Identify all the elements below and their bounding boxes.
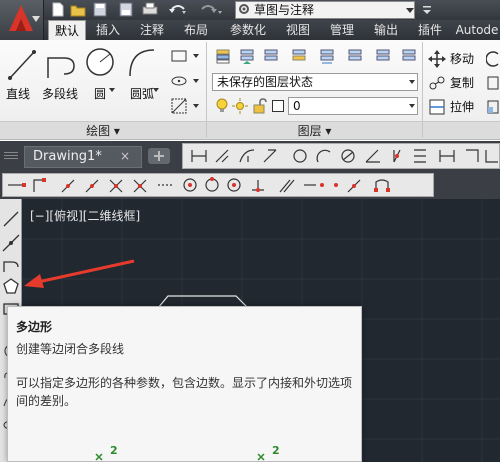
hatch-icon[interactable] bbox=[170, 97, 188, 115]
chevron-down-icon bbox=[409, 104, 415, 108]
chevron-down-icon bbox=[409, 80, 415, 84]
layer-off-icon[interactable] bbox=[346, 47, 364, 65]
layer-state-select[interactable]: 未保存的图层状态 bbox=[212, 73, 418, 91]
current-layer-select[interactable]: 0 bbox=[288, 97, 418, 115]
tab-view[interactable]: 视图 bbox=[278, 20, 318, 40]
polyline-tool-label[interactable]: 多段线 bbox=[42, 85, 78, 102]
circle-icon[interactable] bbox=[84, 44, 116, 80]
layers-panel-title[interactable]: 图层 ▾ bbox=[207, 121, 422, 139]
layer-color-swatch[interactable] bbox=[272, 100, 284, 112]
save-as-icon[interactable] bbox=[118, 2, 134, 17]
layer-freeze-icon[interactable] bbox=[318, 47, 336, 65]
polygon-icon[interactable] bbox=[2, 277, 20, 295]
tab-home[interactable]: 默认 bbox=[48, 20, 86, 40]
circle-tool-label[interactable]: 圆 bbox=[94, 85, 106, 102]
annotation-arrow bbox=[24, 259, 135, 288]
workspace-select[interactable]: 草图与注释 bbox=[235, 1, 415, 19]
save-icon[interactable] bbox=[92, 2, 108, 17]
arc-icon[interactable] bbox=[124, 44, 160, 80]
tab-parametric[interactable]: 参数化 bbox=[222, 20, 274, 40]
dimension-toolbar-icons[interactable] bbox=[188, 146, 500, 166]
redo-icon[interactable] bbox=[198, 2, 224, 17]
tab-output[interactable]: 输出 bbox=[366, 20, 406, 40]
scale-icon[interactable] bbox=[486, 98, 500, 116]
layer-isolate-icon[interactable] bbox=[290, 47, 308, 65]
modify-panel-title bbox=[423, 121, 500, 139]
stretch-label[interactable]: 拉伸 bbox=[450, 98, 474, 115]
layer-lock-icon[interactable] bbox=[374, 47, 392, 65]
workspace-gear-icon bbox=[239, 4, 249, 14]
move-icon[interactable] bbox=[428, 50, 446, 68]
unlock-icon[interactable] bbox=[252, 98, 268, 114]
layer-properties-icon[interactable] bbox=[214, 47, 232, 65]
line-icon[interactable] bbox=[2, 210, 20, 228]
chevron-down-icon[interactable] bbox=[192, 52, 200, 60]
file-tab-label: Drawing1* bbox=[33, 149, 102, 164]
tooltip-title: 多边形 bbox=[16, 320, 53, 334]
chevron-down-icon bbox=[32, 16, 40, 22]
chevron-down-icon[interactable] bbox=[192, 102, 200, 110]
chevron-down-icon[interactable] bbox=[404, 1, 416, 19]
layer-walk-icon[interactable] bbox=[400, 47, 418, 65]
draw-panel-title-text: 绘图 bbox=[86, 124, 111, 138]
line-icon[interactable] bbox=[6, 46, 38, 82]
chevron-down-icon[interactable] bbox=[152, 86, 160, 94]
autocad-logo-icon bbox=[9, 5, 33, 31]
chevron-down-icon[interactable] bbox=[192, 77, 200, 85]
copy-label[interactable]: 复制 bbox=[450, 74, 474, 91]
new-icon[interactable] bbox=[50, 2, 66, 17]
customize-toolbar-icon[interactable] bbox=[420, 2, 434, 18]
stretch-icon[interactable] bbox=[428, 98, 446, 116]
plus-icon bbox=[154, 151, 164, 161]
polyline-icon[interactable] bbox=[2, 256, 20, 274]
tab-plugins[interactable]: 插件 bbox=[410, 20, 450, 40]
open-icon[interactable] bbox=[70, 2, 86, 17]
tab-insert[interactable]: 插入 bbox=[88, 20, 128, 40]
inscribed-polygon-figure bbox=[95, 453, 103, 461]
print-icon[interactable] bbox=[142, 2, 158, 17]
line-tool-label[interactable]: 直线 bbox=[6, 85, 30, 102]
undo-icon[interactable] bbox=[168, 2, 188, 17]
chevron-down-icon[interactable] bbox=[108, 86, 116, 94]
circumscribed-superscript: 2 bbox=[272, 444, 280, 457]
layer-match-icon[interactable] bbox=[262, 47, 280, 65]
tab-layout[interactable]: 布局 bbox=[176, 20, 216, 40]
tooltip-detail: 可以指定多边形的各种参数，包含边数。显示了内接和外切选项间的差别。 bbox=[16, 376, 353, 408]
grip-icon bbox=[4, 152, 18, 159]
layer-state-icon[interactable] bbox=[238, 47, 256, 65]
mirror-icon[interactable] bbox=[486, 74, 500, 92]
circumscribed-polygon-figure bbox=[257, 453, 265, 461]
lightbulb-icon[interactable] bbox=[214, 98, 230, 114]
layers-panel-title-text: 图层 bbox=[297, 124, 322, 138]
copy-icon[interactable] bbox=[428, 74, 446, 92]
arc-tool-label[interactable]: 圆弧 bbox=[130, 85, 154, 102]
rectangle-icon[interactable] bbox=[170, 47, 188, 65]
viewport-controls-label[interactable]: [−][俯视][二维线框] bbox=[30, 207, 140, 224]
move-label[interactable]: 移动 bbox=[450, 50, 474, 67]
close-icon[interactable]: × bbox=[120, 148, 134, 164]
rotate-icon[interactable] bbox=[486, 50, 500, 68]
tab-autodesk[interactable]: Autode bbox=[454, 20, 500, 40]
tooltip-description: 创建等边闭合多段线 bbox=[16, 342, 125, 356]
application-menu-button[interactable] bbox=[0, 0, 44, 40]
tab-annotate[interactable]: 注释 bbox=[132, 20, 172, 40]
sun-icon[interactable] bbox=[232, 98, 248, 114]
polyline-icon[interactable] bbox=[44, 46, 78, 82]
new-tab-button[interactable] bbox=[148, 148, 170, 164]
construction-line-icon[interactable] bbox=[2, 234, 20, 252]
ellipse-icon[interactable] bbox=[170, 72, 188, 90]
object-snap-icons[interactable] bbox=[6, 176, 432, 194]
inscribed-superscript: 2 bbox=[110, 444, 118, 457]
tab-manage[interactable]: 管理 bbox=[322, 20, 362, 40]
draw-panel-title[interactable]: 绘图 ▾ bbox=[0, 121, 206, 139]
